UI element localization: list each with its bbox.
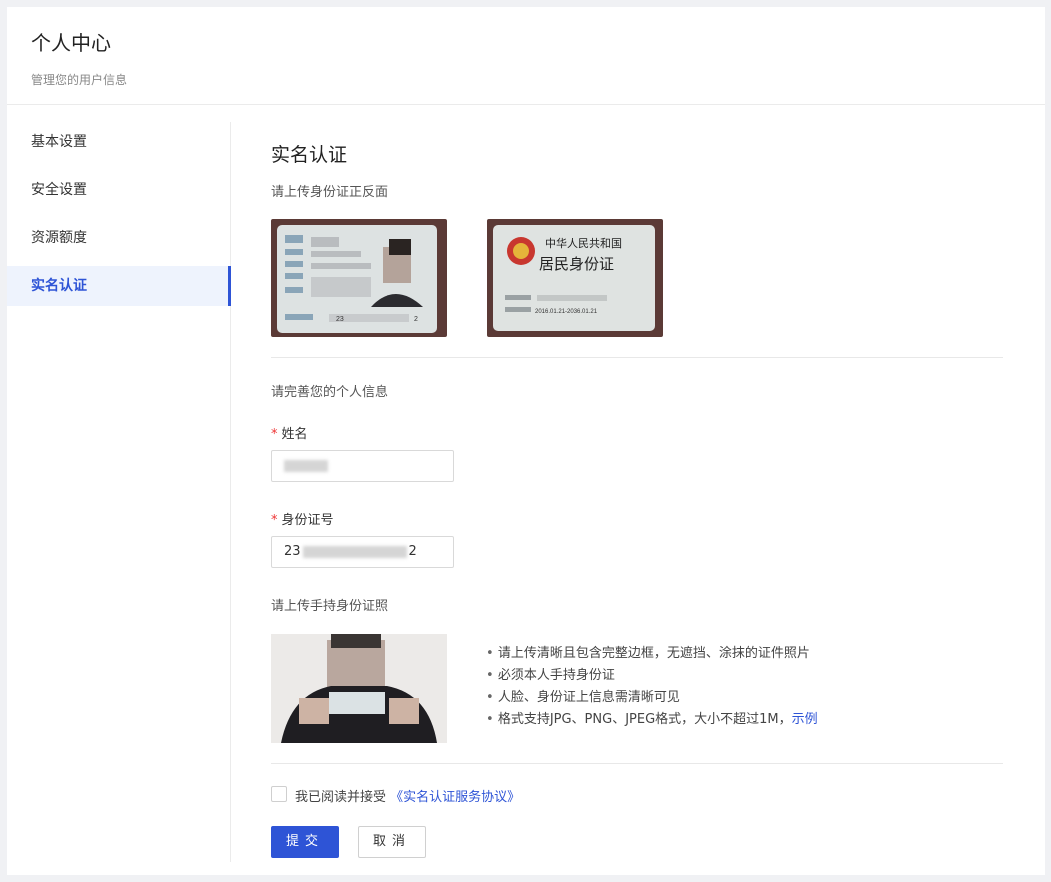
id-back-title-line1: 中华人民共和国 — [545, 236, 622, 250]
example-link[interactable]: 示例 — [792, 712, 818, 727]
name-input[interactable] — [271, 450, 454, 482]
section-divider — [271, 357, 1003, 358]
id-front-number-suffix: 2 — [414, 316, 418, 323]
name-label-text: 姓名 — [281, 427, 308, 442]
page-header: 个人中心 管理您的用户信息 — [7, 7, 1045, 105]
tip-format-text: 格式支持JPG、PNG、JPEG格式，大小不超过1M， — [497, 712, 792, 727]
id-number-input[interactable]: 23 2 — [271, 536, 454, 568]
sidebar-item-label: 安全设置 — [31, 182, 87, 198]
upload-id-label: 请上传身份证正反面 — [271, 185, 389, 200]
upload-hand-label: 请上传手持身份证照 — [271, 599, 389, 614]
tip-item: 请上传清晰且包含完整边框，无遮挡、涂抹的证件照片 — [486, 643, 818, 665]
agree-checkbox[interactable] — [271, 786, 287, 802]
page-title: 个人中心 — [31, 31, 111, 55]
required-asterisk: * — [271, 513, 278, 528]
sidebar-item-basic-settings[interactable]: 基本设置 — [7, 122, 230, 162]
id-card-front-image[interactable]: 23 2 — [271, 219, 447, 337]
section-divider — [271, 763, 1003, 764]
id-card-back-photo: 中华人民共和国 居民身份证 2016.01.21-2036.01.21 — [487, 219, 663, 337]
sidebar: 基本设置 安全设置 资源额度 实名认证 — [7, 122, 231, 862]
tip-item: 必须本人手持身份证 — [486, 665, 818, 687]
section-title: 实名认证 — [271, 144, 348, 166]
id-back-validity: 2016.01.21-2036.01.21 — [535, 309, 598, 315]
upload-tips-list: 请上传清晰且包含完整边框，无遮挡、涂抹的证件照片 必须本人手持身份证 人脸、身份… — [486, 643, 818, 731]
sidebar-item-resource-quota[interactable]: 资源额度 — [7, 218, 230, 258]
complete-info-label: 请完善您的个人信息 — [271, 385, 389, 400]
id-number-suffix: 2 — [408, 544, 417, 559]
personal-center-card: 个人中心 管理您的用户信息 基本设置 安全设置 资源额度 实名认证 实名认证 请… — [7, 7, 1045, 875]
id-card-back-image[interactable]: 中华人民共和国 居民身份证 2016.01.21-2036.01.21 — [487, 219, 663, 337]
cancel-button[interactable]: 取消 — [358, 826, 426, 858]
id-number-masked — [302, 545, 407, 558]
id-back-title-line2: 居民身份证 — [539, 255, 614, 273]
id-card-front-photo: 23 2 — [271, 219, 447, 337]
agreement-line: 我已阅读并接受 《实名认证服务协议》 — [295, 786, 520, 805]
agreement-link[interactable]: 《实名认证服务协议》 — [390, 790, 520, 805]
page-subtitle: 管理您的用户信息 — [31, 73, 128, 87]
submit-button[interactable]: 提交 — [271, 826, 339, 858]
required-asterisk: * — [271, 427, 278, 442]
sidebar-item-label: 基本设置 — [31, 134, 87, 150]
sidebar-item-label: 实名认证 — [31, 278, 87, 294]
tip-item: 格式支持JPG、PNG、JPEG格式，大小不超过1M，示例 — [486, 709, 818, 731]
id-front-number-prefix: 23 — [336, 316, 344, 323]
sidebar-item-security-settings[interactable]: 安全设置 — [7, 170, 230, 210]
name-value-masked — [284, 459, 328, 472]
tip-item: 人脸、身份证上信息需清晰可见 — [486, 687, 818, 709]
id-number-label-text: 身份证号 — [281, 513, 334, 528]
name-field-label: * 姓名 — [271, 423, 308, 442]
sidebar-item-label: 资源额度 — [31, 230, 87, 246]
sidebar-item-real-name-auth[interactable]: 实名认证 — [7, 266, 231, 306]
id-number-prefix: 23 — [284, 544, 301, 559]
agree-text: 我已阅读并接受 — [295, 790, 387, 805]
hand-held-id-image[interactable] — [271, 634, 447, 743]
id-number-field-label: * 身份证号 — [271, 509, 334, 528]
hand-held-id-photo — [271, 634, 447, 743]
